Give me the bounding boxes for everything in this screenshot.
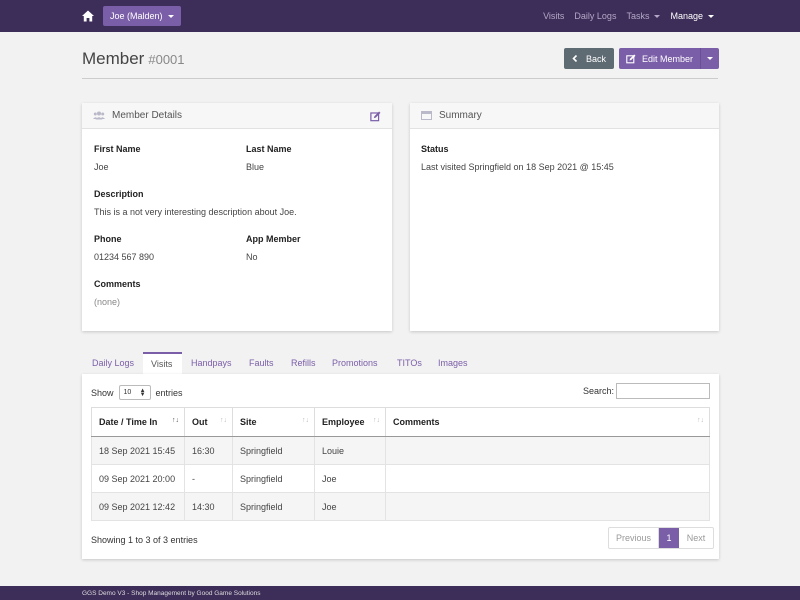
store-dropdown[interactable]: Joe (Malden) <box>103 6 181 26</box>
last-name-value: Blue <box>246 162 265 172</box>
home-icon[interactable] <box>81 9 95 23</box>
column-header-site[interactable]: Site ↑↓ <box>232 407 315 437</box>
window-icon <box>421 111 432 120</box>
nav-manage-dropdown[interactable]: Manage <box>670 11 714 21</box>
member-id: #0001 <box>148 52 185 67</box>
table-row: 09 Sep 2021 12:42 14:30 Springfield Joe <box>91 492 710 521</box>
tab-faults[interactable]: Faults <box>249 352 274 374</box>
card-header: Summary <box>410 103 719 129</box>
visits-table: Date / Time In ↑↓ Out ↑↓ Site ↑↓ Employee ↑↓… <box>91 407 710 521</box>
edit-icon[interactable] <box>370 111 381 122</box>
nav-visits[interactable]: Visits <box>543 11 564 21</box>
sort-icon: ↑↓ <box>697 417 704 424</box>
visits-table-card: Show 10 ▲ ▼ entries Search: Date / Time I… <box>82 374 719 559</box>
cell-out: - <box>184 464 233 493</box>
users-icon <box>93 111 105 120</box>
cell-site: Springfield <box>232 492 315 521</box>
table-row: 18 Sep 2021 15:45 16:30 Springfield Loui… <box>91 436 710 465</box>
page-1-button[interactable]: 1 <box>659 528 679 548</box>
tab-images[interactable]: Images <box>438 352 468 374</box>
back-button[interactable]: Back <box>564 48 614 69</box>
cell-employee: Joe <box>314 492 386 521</box>
edit-member-button[interactable]: Edit Member <box>619 48 700 69</box>
description-value: This is a not very interesting descripti… <box>94 207 297 217</box>
tab-visits[interactable]: Visits <box>143 352 182 374</box>
card-header: Member Details <box>82 103 392 129</box>
table-row: 09 Sep 2021 20:00 - Springfield Joe <box>91 464 710 493</box>
cell-comments <box>385 492 710 521</box>
page-title: Member #0001 <box>82 49 185 68</box>
column-header-employee[interactable]: Employee ↑↓ <box>314 407 386 437</box>
cell-date-time-in: 18 Sep 2021 15:45 <box>91 436 185 465</box>
next-page-button[interactable]: Next <box>679 528 713 548</box>
footer: GGS Demo V3 - Shop Management by Good Ga… <box>0 586 800 600</box>
tab-refills[interactable]: Refills <box>291 352 316 374</box>
cell-comments <box>385 464 710 493</box>
navbar: Joe (Malden) Visits Daily Logs Tasks Man… <box>0 0 800 32</box>
edit-icon <box>626 54 636 63</box>
summary-card: Summary Status Last visited Springfield … <box>410 103 719 331</box>
member-details-card: Member Details First Name Joe Last Name … <box>82 103 392 331</box>
chevron-down-icon <box>707 57 713 60</box>
select-arrows-icon: ▲ ▼ <box>139 388 146 398</box>
cell-employee: Louie <box>314 436 386 465</box>
nav-daily-logs[interactable]: Daily Logs <box>574 11 616 21</box>
cell-employee: Joe <box>314 464 386 493</box>
card-title: Summary <box>439 110 482 121</box>
last-name-label: Last Name <box>246 144 292 154</box>
search-label: Search: <box>583 386 615 396</box>
phone-label: Phone <box>94 234 122 244</box>
page-length-select[interactable]: 10 ▲ ▼ <box>118 385 151 400</box>
table-info: Showing 1 to 3 of 3 entries <box>91 535 198 545</box>
tab-handpays[interactable]: Handpays <box>191 352 232 374</box>
entries-label: entries <box>155 387 183 398</box>
page-length-control: Show 10 ▲ ▼ entries <box>91 385 183 400</box>
chevron-left-icon <box>572 55 578 62</box>
first-name-label: First Name <box>94 144 141 154</box>
column-header-date-time-in[interactable]: Date / Time In ↑↓ <box>91 407 185 437</box>
sort-icon: ↑↓ <box>373 417 380 424</box>
cell-date-time-in: 09 Sep 2021 12:42 <box>91 492 185 521</box>
chevron-down-icon <box>167 14 174 18</box>
tab-daily-logs[interactable]: Daily Logs <box>92 352 134 374</box>
status-label: Status <box>421 144 449 154</box>
chevron-down-icon <box>708 14 714 18</box>
cell-site: Springfield <box>232 436 315 465</box>
comments-value: (none) <box>94 297 121 307</box>
nav-links: Visits Daily Logs Tasks Manage <box>533 0 714 32</box>
sort-desc-icon: ↑↓ <box>172 417 179 424</box>
search-input[interactable] <box>616 383 710 399</box>
sort-icon: ↑↓ <box>302 417 309 424</box>
phone-value: 01234 567 890 <box>94 252 155 262</box>
status-value: Last visited Springfield on 18 Sep 2021 … <box>421 162 614 172</box>
app-member-value: No <box>246 252 258 262</box>
show-label: Show <box>91 387 114 398</box>
pagination: Previous 1 Next <box>608 527 714 549</box>
description-label: Description <box>94 189 144 199</box>
footer-text: GGS Demo V3 - Shop Management by Good Ga… <box>82 589 261 597</box>
column-header-comments[interactable]: Comments ↑↓ <box>385 407 710 437</box>
cell-out: 14:30 <box>184 492 233 521</box>
card-title: Member Details <box>112 110 183 121</box>
store-label: Joe (Malden) <box>110 11 163 21</box>
cell-site: Springfield <box>232 464 315 493</box>
edit-member-dropdown-toggle[interactable] <box>700 48 719 69</box>
nav-tasks-dropdown[interactable]: Tasks <box>626 11 661 21</box>
column-header-out[interactable]: Out ↑↓ <box>184 407 233 437</box>
sort-icon: ↑↓ <box>220 417 227 424</box>
cell-out: 16:30 <box>184 436 233 465</box>
comments-label: Comments <box>94 279 141 289</box>
tab-promotions[interactable]: Promotions <box>332 352 378 374</box>
app-member-label: App Member <box>246 234 301 244</box>
chevron-down-icon <box>654 14 661 18</box>
first-name-value: Joe <box>94 162 109 172</box>
cell-comments <box>385 436 710 465</box>
previous-page-button[interactable]: Previous <box>609 528 659 548</box>
header-divider <box>82 78 718 79</box>
cell-date-time-in: 09 Sep 2021 20:00 <box>91 464 185 493</box>
tab-titos[interactable]: TITOs <box>397 352 422 374</box>
